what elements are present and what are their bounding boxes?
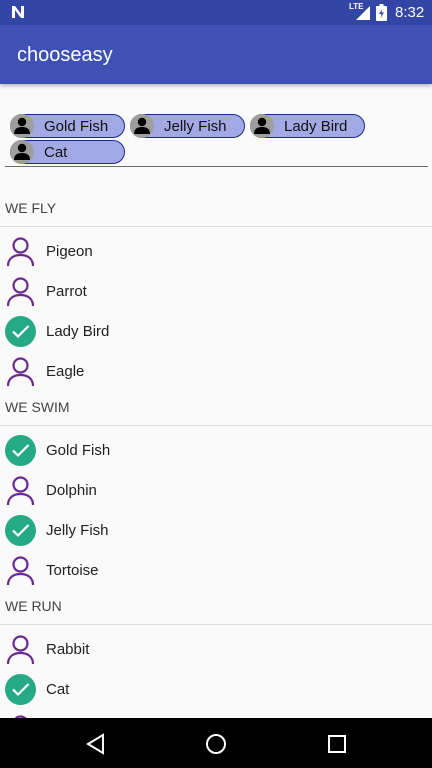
section-header-run: WE RUN: [5, 598, 62, 614]
home-icon[interactable]: [204, 732, 228, 756]
status-bar: LTE 8:32: [0, 0, 432, 25]
person-outline-icon: [6, 476, 35, 506]
list-item-label: Pigeon: [46, 243, 93, 260]
list-item-jelly-fish[interactable]: Jelly Fish: [0, 511, 432, 551]
selected-chips: Gold Fish Jelly Fish Lady Bird Cat: [0, 108, 432, 168]
battery-icon: [376, 4, 387, 21]
checkmark-circle-icon: [5, 515, 36, 546]
list-item-label: Rabbit: [46, 641, 90, 658]
chip-label: Cat: [44, 144, 68, 161]
app-bar: chooseasy: [0, 25, 432, 84]
list-item-pigeon[interactable]: Pigeon: [0, 232, 432, 272]
chip-jelly-fish[interactable]: Jelly Fish: [130, 114, 245, 138]
list-item-label: Tortoise: [46, 562, 99, 579]
chip-cat[interactable]: Cat: [10, 140, 125, 164]
person-icon: [10, 140, 34, 164]
checkmark-circle-icon: [5, 316, 36, 347]
list-item-label: Parrot: [46, 283, 87, 300]
person-icon: [130, 114, 154, 138]
app-title: chooseasy: [17, 44, 113, 66]
list-item-dolphin[interactable]: Dolphin: [0, 471, 432, 511]
recents-icon[interactable]: [325, 732, 349, 756]
section-header-fly: WE FLY: [5, 200, 57, 216]
navigation-bar: [0, 718, 432, 768]
signal-icon: [356, 6, 370, 20]
person-outline-icon: [6, 556, 35, 586]
section-divider: [0, 226, 432, 227]
person-outline-icon: [6, 357, 35, 387]
section-divider: [0, 624, 432, 625]
list-item-label: Dolphin: [46, 482, 97, 499]
back-icon[interactable]: [84, 732, 108, 756]
list-item-label: Jelly Fish: [46, 522, 109, 539]
chip-label: Lady Bird: [284, 118, 348, 135]
checkmark-circle-icon: [5, 674, 36, 705]
checkmark-circle-icon: [5, 435, 36, 466]
list-item-rabbit[interactable]: Rabbit: [0, 630, 432, 670]
list-item-label: Gold Fish: [46, 442, 111, 459]
person-icon: [250, 114, 274, 138]
section-divider: [0, 425, 432, 426]
clock: 8:32: [395, 4, 425, 21]
chip-lady-bird[interactable]: Lady Bird: [250, 114, 365, 138]
chip-label: Gold Fish: [44, 118, 109, 135]
chips-divider: [5, 166, 428, 167]
android-n-icon: [12, 6, 24, 18]
list-item-label: Lady Bird: [46, 323, 110, 340]
list-item-tortoise[interactable]: Tortoise: [0, 551, 432, 591]
person-outline-icon: [6, 635, 35, 665]
list-item-label: Eagle: [46, 363, 85, 380]
list-item-parrot[interactable]: Parrot: [0, 272, 432, 312]
person-outline-icon: [6, 277, 35, 307]
list-item-label: Cat: [46, 681, 70, 698]
list-item-lady-bird[interactable]: Lady Bird: [0, 312, 432, 352]
person-icon: [10, 114, 34, 138]
chip-label: Jelly Fish: [164, 118, 227, 135]
person-outline-icon: [6, 237, 35, 267]
list-item-eagle[interactable]: Eagle: [0, 352, 432, 392]
chip-gold-fish[interactable]: Gold Fish: [10, 114, 125, 138]
list-item-cat[interactable]: Cat: [0, 670, 432, 710]
list-item-gold-fish[interactable]: Gold Fish: [0, 431, 432, 471]
section-header-swim: WE SWIM: [5, 399, 70, 415]
